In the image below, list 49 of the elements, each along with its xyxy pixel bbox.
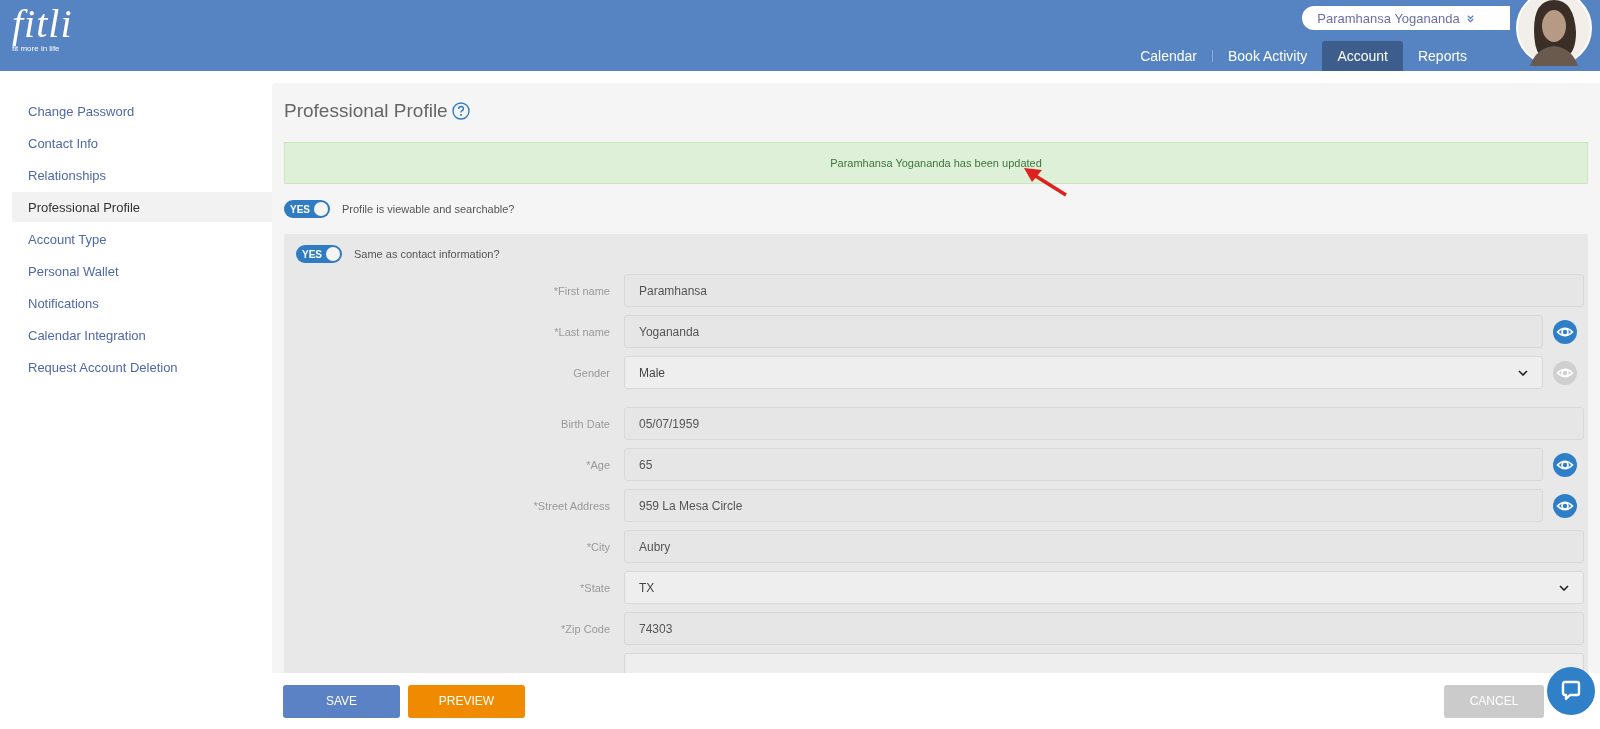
sidebar-item[interactable]: Contact Info [12, 128, 272, 158]
help-icon[interactable] [451, 102, 470, 120]
field-label: *Age [585, 458, 611, 471]
sidebar-item[interactable]: Change Password [12, 96, 272, 126]
input-field[interactable]: 05/07/1959 [624, 407, 1584, 440]
sidebar-item[interactable]: Notifications [12, 288, 272, 318]
eye-icon[interactable] [1553, 493, 1577, 518]
chevron-down-icon [1559, 584, 1569, 591]
input-field[interactable]: 65 [624, 448, 1543, 481]
sidebar-item[interactable]: Account Type [12, 224, 272, 254]
sidebar-item[interactable]: Relationships [12, 160, 272, 190]
dropdown-field[interactable]: TX [624, 571, 1584, 604]
field-label: Birth Date [560, 417, 611, 430]
eye-icon[interactable] [1553, 452, 1577, 477]
input-field[interactable]: 959 La Mesa Circle [624, 489, 1543, 522]
logo-text[interactable]: fitli [12, 4, 73, 44]
field-label: Gender [572, 366, 611, 379]
input-field[interactable]: 74303 [624, 612, 1584, 645]
nav-tab[interactable]: Reports [1402, 41, 1482, 71]
sidebar-item[interactable]: Request Account Deletion [12, 352, 272, 382]
sidebar-item[interactable]: Personal Wallet [12, 256, 272, 286]
input-field[interactable]: Aubry [624, 530, 1584, 563]
input-field[interactable]: Paramhansa [624, 274, 1584, 307]
toggle-switch[interactable]: YES [284, 200, 330, 218]
avatar[interactable] [1516, 0, 1592, 66]
chat-icon [1559, 679, 1583, 703]
toggle-switch[interactable]: YES [296, 245, 342, 263]
input-field[interactable]: Yogananda [624, 315, 1543, 348]
field-label: *Last name [553, 325, 611, 338]
user-menu-button[interactable]: Paramhansa Yogananda [1302, 6, 1510, 30]
field-label: *Zip Code [560, 622, 611, 635]
field-label: *First name [552, 284, 611, 297]
toggle-label: Same as contact information? [354, 248, 500, 260]
double-chevron-icon [1465, 13, 1475, 23]
sidebar-item[interactable]: Calendar Integration [12, 320, 272, 350]
field-label: *State [579, 581, 611, 594]
page-title: Professional Profile [284, 100, 448, 122]
nav-tab[interactable]: Calendar [1125, 41, 1212, 71]
nav-tab[interactable]: Account [1322, 41, 1403, 71]
eye-icon[interactable] [1553, 319, 1577, 344]
sidebar-item[interactable]: Professional Profile [12, 192, 272, 222]
field-label: *City [585, 540, 611, 553]
action-button[interactable]: SAVE [283, 684, 400, 718]
nav-tab[interactable]: Book Activity [1213, 41, 1323, 71]
toggle-label: Profile is viewable and searchable? [342, 203, 515, 215]
dropdown-field[interactable]: Male [624, 356, 1543, 389]
chevron-down-icon [1518, 369, 1528, 376]
alert-message: Paramhansa Yogananda has been updated [830, 157, 1042, 169]
field-label: *Street Address [532, 499, 611, 512]
